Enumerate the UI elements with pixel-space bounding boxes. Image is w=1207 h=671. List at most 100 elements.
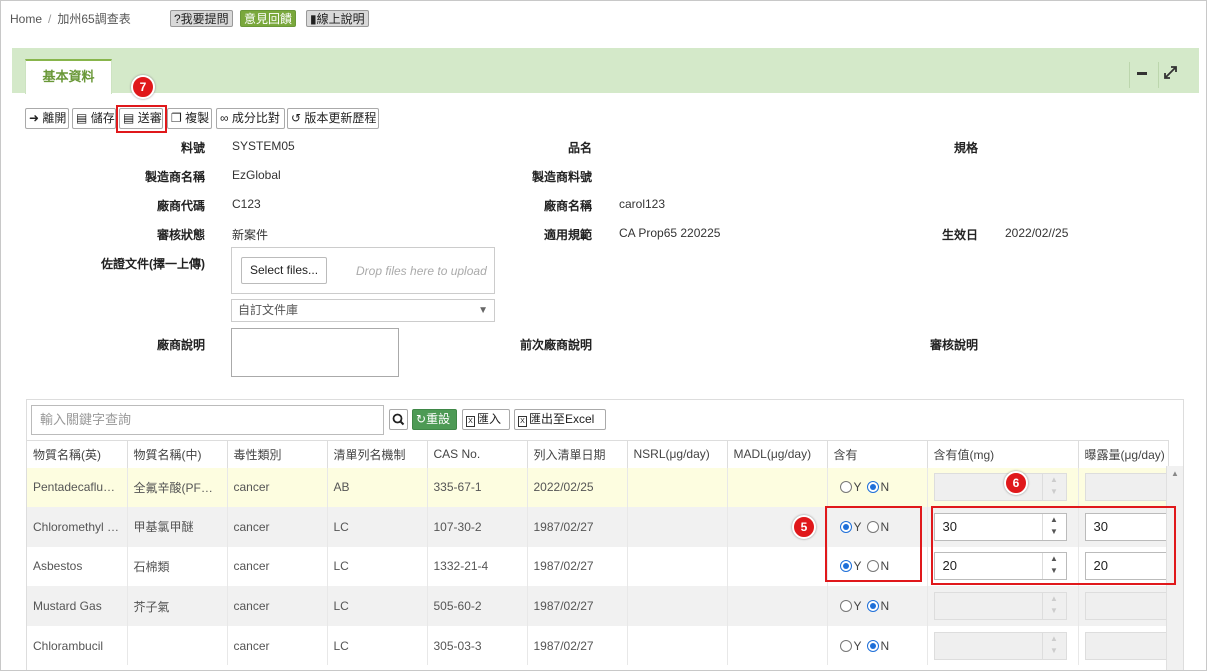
select-files-button[interactable]: Select files...	[241, 257, 328, 284]
online-manual-button[interactable]: ▮線上說明	[306, 10, 369, 27]
content-value-input[interactable]: ▲ ▼	[933, 592, 1067, 621]
contains-yes-label: Y	[853, 638, 862, 653]
excel-icon: X	[518, 416, 527, 427]
contains-no-radio[interactable]	[866, 600, 879, 613]
refresh-icon: ↻	[416, 412, 427, 426]
column-header[interactable]: MADL(μg/day)	[727, 440, 828, 468]
exposure-input[interactable]	[1084, 473, 1167, 502]
table-cell-en: Asbestos	[27, 546, 128, 587]
content-value-input[interactable]: ▲ ▼	[933, 631, 1067, 660]
column-header[interactable]: 含有值(mg)	[927, 440, 1079, 468]
table-cell-tox: cancer	[227, 467, 328, 508]
table-cell-exposure	[1078, 467, 1169, 508]
export-excel-button[interactable]: X 匯出至Excel	[514, 409, 606, 430]
values-highlight-box	[931, 506, 1176, 585]
search-button[interactable]	[389, 409, 408, 430]
expand-icon[interactable]	[1158, 62, 1182, 88]
vendor-note-textarea[interactable]	[231, 328, 399, 377]
search-input[interactable]: 輸入關鍵字查詢	[31, 405, 384, 435]
table-cell-exposure	[1078, 625, 1169, 666]
table-cell-cas: 1332-21-4	[427, 546, 528, 587]
import-button[interactable]: X 匯入	[462, 409, 510, 430]
export-label: 匯出至Excel	[529, 412, 595, 426]
column-header[interactable]: 物質名稱(中)	[127, 440, 228, 468]
column-header[interactable]: NSRL(μg/day)	[627, 440, 728, 468]
save-icon: ▤	[76, 111, 88, 125]
part-no-label: 料號	[180, 141, 205, 155]
compare-components-button[interactable]: ∞ 成分比對	[216, 108, 285, 129]
tab-basic-info[interactable]: 基本資料	[25, 59, 112, 94]
table-cell-nsrl	[627, 507, 728, 547]
copy-icon: ❐	[171, 111, 182, 125]
history-label: 版本更新歷程	[304, 111, 377, 125]
column-header[interactable]: 含有	[827, 440, 928, 468]
contains-no-radio[interactable]	[866, 481, 879, 494]
link-icon: ∞	[220, 111, 229, 125]
leave-button[interactable]: ➜ 離開	[25, 108, 69, 129]
ask-question-button[interactable]: ?我要提問	[170, 10, 233, 27]
effective-date-value: 2022/02//25	[1005, 226, 1069, 240]
online-manual-label: 線上說明	[316, 12, 365, 26]
table-cell-date: 2022/02/25	[527, 467, 628, 508]
contains-yes-radio[interactable]	[839, 600, 852, 613]
doc-library-value: 自訂文件庫	[238, 303, 299, 317]
column-header[interactable]: CAS No.	[427, 440, 528, 468]
table-row[interactable]: Chlorambucil cancer LC 305-03-3 1987/02/27 Y N…	[27, 625, 1169, 666]
column-header[interactable]: 清單列名機制	[327, 440, 428, 468]
table-row[interactable]: Mustard Gas 芥子氣 cancer LC 505-60-2 1987/02/27…	[27, 586, 1169, 626]
vendor-name-label: 廠商名稱	[543, 199, 592, 213]
minus-icon[interactable]	[1129, 62, 1153, 88]
panel-header: 基本資料	[12, 48, 1199, 94]
table-cell-tox: cancer	[227, 546, 328, 587]
table-cell-date: 1987/02/27	[527, 507, 628, 547]
contains-no-label: N	[880, 638, 890, 653]
exposure-input[interactable]	[1084, 631, 1167, 660]
table-header-row: 物質名稱(英) 物質名稱(中) 毒性類別 清單列名機制 CAS No. 列入清單…	[27, 440, 1169, 468]
table-cell-madl	[727, 546, 828, 587]
step-badge-5: 5	[792, 515, 816, 539]
column-header[interactable]: 曝露量(μg/day)	[1078, 440, 1169, 468]
contains-yes-radio[interactable]	[839, 481, 852, 494]
exposure-input[interactable]	[1084, 592, 1167, 621]
version-history-button[interactable]: ↺ 版本更新歷程	[287, 108, 379, 129]
excel-icon: X	[466, 416, 475, 427]
drop-hint: Drop files here to upload	[356, 264, 487, 278]
breadcrumb: Home / 加州65調查表	[10, 10, 131, 27]
breadcrumb-current: 加州65調查表	[57, 12, 131, 26]
spinner-icon[interactable]: ▲ ▼	[1041, 474, 1066, 501]
table-cell-en: Chlorambucil	[27, 625, 128, 666]
table-cell-tox: cancer	[227, 507, 328, 547]
column-header[interactable]: 物質名稱(英)	[27, 440, 128, 468]
content-value-input[interactable]: ▲ ▼	[933, 473, 1067, 502]
prev-vendor-note-label: 前次廠商說明	[519, 338, 592, 352]
vendor-note-label: 廠商說明	[156, 338, 205, 352]
vendor-code-value: C123	[232, 197, 261, 211]
column-header[interactable]: 毒性類別	[227, 440, 328, 468]
evidence-label: 佐證文件(擇一上傳)	[101, 257, 205, 271]
contains-yes-radio[interactable]	[839, 639, 852, 652]
spinner-icon[interactable]: ▲ ▼	[1041, 593, 1066, 620]
table-cell-nsrl	[627, 546, 728, 587]
scroll-up-icon[interactable]: ▲	[1167, 469, 1183, 478]
save-label: 儲存	[90, 111, 115, 125]
copy-button[interactable]: ❐ 複製	[167, 108, 212, 129]
table-cell-cas: 505-60-2	[427, 586, 528, 626]
file-upload-zone[interactable]: Select files... Drop files here to uploa…	[231, 247, 495, 294]
contains-no-radio[interactable]	[866, 639, 879, 652]
feedback-button[interactable]: 意見回饋	[240, 10, 297, 27]
breadcrumb-separator: /	[48, 12, 52, 26]
save-button[interactable]: ▤ 儲存	[72, 108, 116, 129]
table-row[interactable]: Pentadecaflu… 全氟辛酸(PF… cancer AB 335-67-1 202…	[27, 467, 1169, 508]
doc-library-select[interactable]: 自訂文件庫 ▼	[231, 299, 495, 322]
reset-button[interactable]: ↻重設	[412, 409, 457, 430]
review-note-label: 審核說明	[929, 338, 978, 352]
table-cell-zh: 芥子氣	[127, 586, 228, 626]
table-cell-mech: LC	[327, 625, 428, 666]
spinner-icon[interactable]: ▲ ▼	[1041, 632, 1066, 659]
breadcrumb-home[interactable]: Home	[10, 12, 42, 26]
table-cell-cas: 335-67-1	[427, 467, 528, 508]
table-cell-value: ▲ ▼	[927, 586, 1079, 626]
table-cell-mech: AB	[327, 467, 428, 508]
book-icon: ▮	[310, 12, 317, 26]
column-header[interactable]: 列入清單日期	[527, 440, 628, 468]
